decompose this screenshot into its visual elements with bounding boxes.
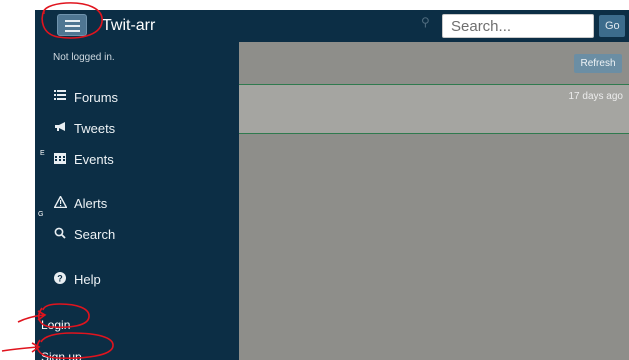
menu-bar xyxy=(65,30,80,32)
app-window: Twit-arr ⚲ Go Not logged in. Forums xyxy=(35,10,629,360)
sidebar-item-forums[interactable]: Forums xyxy=(53,87,118,107)
sidebar-item-events[interactable]: Events xyxy=(53,149,114,169)
sidebar-item-help[interactable]: ? Help xyxy=(53,269,101,289)
list-icon xyxy=(53,90,67,104)
hamburger-menu-button[interactable] xyxy=(57,14,87,36)
feed-item[interactable]: 17 days ago xyxy=(239,84,629,134)
login-link[interactable]: Login xyxy=(41,318,70,332)
alert-triangle-icon xyxy=(52,195,68,210)
megaphone-icon xyxy=(53,121,67,135)
feed-timestamp: 17 days ago xyxy=(568,91,624,102)
app-title: Twit-arr xyxy=(102,17,156,34)
sidebar-item-alerts[interactable]: Alerts xyxy=(52,193,108,213)
search-input[interactable] xyxy=(442,14,594,38)
sidebar-item-label: Tweets xyxy=(74,120,116,136)
sidebar-item-label: Help xyxy=(74,271,101,287)
background-text-fragment: E xyxy=(40,150,45,157)
top-navbar: Twit-arr ⚲ Go xyxy=(35,10,629,42)
background-text-fragment: G xyxy=(38,211,44,218)
svg-text:?: ? xyxy=(57,274,63,284)
sidebar-item-search[interactable]: Search xyxy=(53,224,115,244)
sidebar-item-label: Alerts xyxy=(74,195,108,211)
calendar-icon xyxy=(53,152,67,166)
menu-bar xyxy=(65,20,80,22)
search-icon: ⚲ xyxy=(421,15,430,29)
signup-link[interactable]: Sign up xyxy=(41,350,82,360)
background-text-fragment: Di xyxy=(1,63,8,70)
background-text-fragment: Pr xyxy=(1,72,8,79)
login-status: Not logged in. xyxy=(53,52,115,63)
sidebar-item-label: Search xyxy=(74,226,116,242)
refresh-button[interactable]: Refresh xyxy=(574,54,622,73)
annotation-arrow xyxy=(1,346,39,352)
menu-bar xyxy=(65,25,80,27)
sidebar-item-label: Events xyxy=(74,151,114,167)
search-icon xyxy=(53,227,67,241)
sidebar-item-label: Forums xyxy=(74,89,119,105)
go-button[interactable]: Go xyxy=(599,15,625,37)
sidebar: Not logged in. Forums Tweets Events Aler… xyxy=(35,42,239,360)
help-icon: ? xyxy=(53,272,67,286)
sidebar-item-tweets[interactable]: Tweets xyxy=(53,118,115,138)
